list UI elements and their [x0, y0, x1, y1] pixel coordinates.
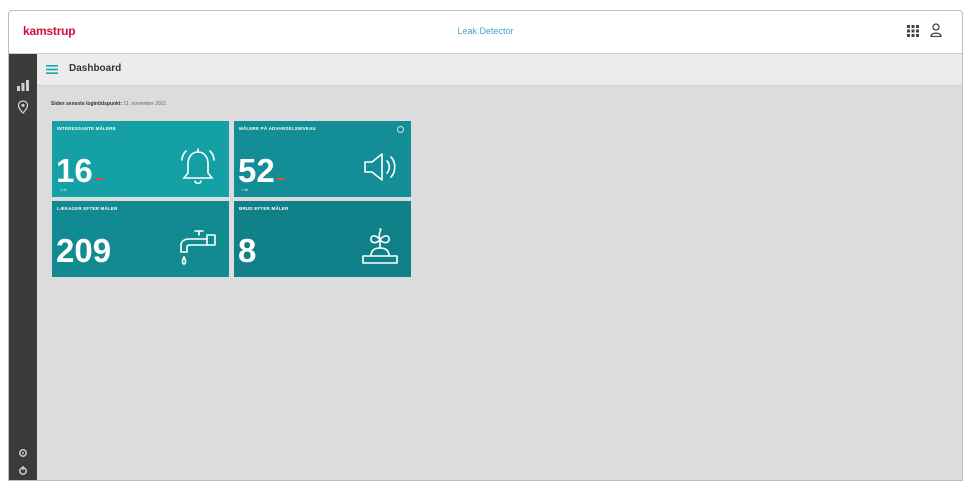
speaker-icon: [364, 153, 396, 181]
tile-interesting-meters[interactable]: INTERESSANTE MÅLERE 16 1 af: [52, 121, 229, 197]
page-title: Dashboard: [69, 63, 122, 74]
info-icon[interactable]: [397, 126, 404, 133]
tile-title: LÆKAGER EFTER MÅLER: [57, 206, 118, 211]
tile-subtext: 1 af: [60, 187, 67, 192]
trend-indicator: [276, 178, 285, 180]
tile-bursts-per-meter[interactable]: BRUD EFTER MÅLER 8: [234, 201, 411, 277]
tile-title: INTERESSANTE MÅLERE: [57, 126, 116, 131]
bell-icon: [181, 148, 215, 185]
bar-chart-icon[interactable]: [16, 78, 30, 92]
tile-value: 52: [238, 154, 285, 187]
hamburger-menu-icon[interactable]: [46, 65, 58, 74]
tile-warning-meters[interactable]: MÅLERE PÅ ADVARSELSNIVEAU 52 i alt: [234, 121, 411, 197]
top-bar: kamstrup Leak Detector: [9, 11, 962, 54]
dashboard-header: Dashboard: [37, 54, 962, 86]
tile-leaks-per-meter[interactable]: LÆKAGER EFTER MÅLER 209: [52, 201, 229, 277]
last-login-text: Siden seneste logintidspunkt: 11. novemb…: [51, 101, 166, 107]
apps-grid-icon[interactable]: [907, 25, 919, 37]
tile-value-number: 16: [56, 152, 93, 189]
burst-pipe-icon: [362, 228, 398, 264]
tile-value-number: 52: [238, 152, 275, 189]
tile-value: 16: [56, 154, 103, 187]
tile-title: BRUD EFTER MÅLER: [239, 206, 289, 211]
app-title: Leak Detector: [457, 26, 514, 36]
tile-subtext: i alt: [242, 187, 249, 192]
last-login-label: Siden seneste logintidspunkt:: [51, 101, 123, 107]
trend-indicator: [94, 178, 103, 180]
app-window: kamstrup Leak Detector Dashboard Siden s…: [8, 10, 963, 481]
user-icon[interactable]: [930, 23, 942, 37]
settings-icon[interactable]: [16, 446, 30, 460]
sidebar: [9, 54, 37, 480]
tile-title: MÅLERE PÅ ADVARSELSNIVEAU: [239, 126, 317, 131]
tile-value: 209: [56, 232, 112, 269]
logout-icon[interactable]: [16, 464, 30, 478]
tile-value: 8: [238, 232, 257, 269]
map-pin-icon[interactable]: [16, 100, 30, 114]
last-login-date: 11. november 2021: [123, 101, 167, 107]
tap-drip-icon: [180, 230, 216, 265]
